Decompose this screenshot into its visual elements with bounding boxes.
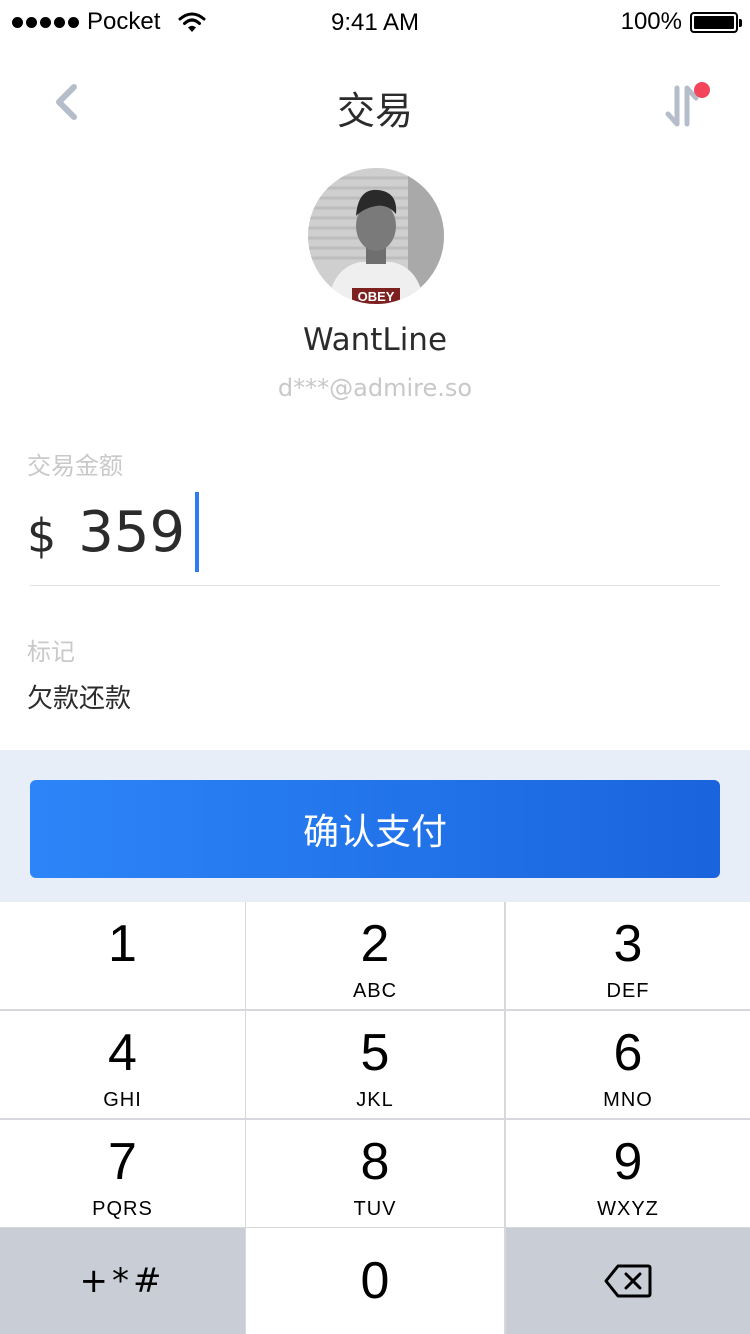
key-letters: JKL bbox=[356, 1089, 394, 1111]
status-right: 100% bbox=[620, 8, 742, 36]
notification-badge bbox=[694, 82, 710, 98]
key-letters: ABC bbox=[352, 980, 398, 1002]
key-digit: 8 bbox=[360, 1133, 390, 1191]
nav-bar: 交易 bbox=[0, 60, 750, 150]
key-letters: MNO bbox=[603, 1089, 653, 1111]
key-6[interactable]: 6 MNO bbox=[506, 1011, 750, 1118]
memo-field[interactable]: 欠款还款 bbox=[27, 678, 131, 715]
key-letters: PQRS bbox=[92, 1198, 153, 1220]
key-digit: 5 bbox=[360, 1024, 390, 1082]
key-letters: GHI bbox=[103, 1089, 142, 1111]
key-digit: 0 bbox=[360, 1252, 390, 1310]
divider bbox=[30, 585, 720, 586]
symbols-label: +*# bbox=[79, 1261, 166, 1301]
page-title: 交易 bbox=[336, 89, 413, 133]
numeric-keypad: 1 2 ABC 3 DEF 4 GHI 5 JKL 6 MNO 7 PQRS 8… bbox=[0, 902, 750, 1334]
key-digit: 3 bbox=[613, 915, 643, 973]
key-letters: TUV bbox=[353, 1198, 397, 1220]
key-digit: 7 bbox=[108, 1133, 137, 1191]
amount-value: 359 bbox=[78, 499, 186, 565]
key-3[interactable]: 3 DEF bbox=[506, 902, 750, 1009]
avatar-photo: OBEY bbox=[308, 168, 444, 304]
key-5[interactable]: 5 JKL bbox=[246, 1011, 504, 1118]
key-0[interactable]: 0 bbox=[246, 1228, 504, 1334]
key-2[interactable]: 2 ABC bbox=[246, 902, 504, 1009]
key-symbols[interactable]: +*# bbox=[0, 1228, 245, 1334]
status-bar: Pocket 9:41 AM 100% bbox=[0, 0, 750, 44]
confirm-pay-button[interactable]: 确认支付 bbox=[30, 780, 720, 878]
key-7[interactable]: 7 PQRS bbox=[0, 1120, 245, 1227]
key-9[interactable]: 9 WXYZ bbox=[506, 1120, 750, 1227]
key-letters: WXYZ bbox=[597, 1198, 659, 1220]
key-digit: 4 bbox=[108, 1024, 137, 1082]
avatar: OBEY bbox=[308, 168, 444, 304]
recipient-email: d***@admire.so bbox=[277, 374, 473, 402]
key-1[interactable]: 1 bbox=[0, 902, 245, 1009]
key-digit: 9 bbox=[613, 1133, 643, 1191]
key-digit: 6 bbox=[613, 1024, 643, 1082]
key-letters: DEF bbox=[606, 980, 650, 1002]
battery-percent: 100% bbox=[620, 8, 682, 35]
key-digit: 2 bbox=[360, 915, 390, 973]
currency-symbol: $ bbox=[27, 509, 57, 563]
swap-button[interactable] bbox=[662, 80, 712, 130]
battery-icon bbox=[690, 11, 742, 33]
key-8[interactable]: 8 TUV bbox=[246, 1120, 504, 1227]
amount-input[interactable]: $ 359 bbox=[27, 492, 200, 572]
backspace-icon bbox=[604, 1264, 652, 1298]
text-cursor bbox=[195, 492, 200, 572]
backspace-key[interactable] bbox=[506, 1228, 750, 1334]
memo-label: 标记 bbox=[27, 638, 75, 666]
key-digit: 1 bbox=[108, 915, 137, 973]
confirm-area: 确认支付 bbox=[0, 750, 750, 902]
amount-label: 交易金额 bbox=[27, 452, 123, 480]
recipient-name: WantLine bbox=[302, 322, 448, 358]
avatar-shirt-text: OBEY bbox=[358, 289, 395, 304]
key-4[interactable]: 4 GHI bbox=[0, 1011, 245, 1118]
